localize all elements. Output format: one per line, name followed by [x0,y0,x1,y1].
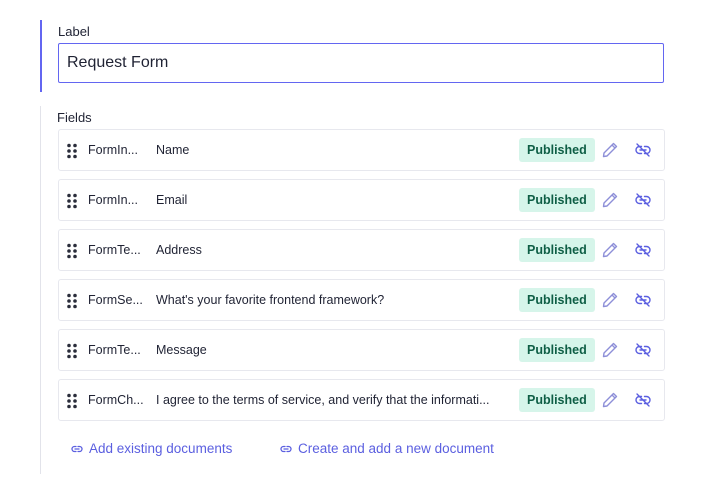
pencil-icon[interactable] [600,390,620,410]
label-section: Label [40,20,680,92]
unlink-icon[interactable] [633,140,653,160]
field-name: Message [156,343,207,357]
field-name: Address [156,243,202,257]
field-type: FormIn... [88,193,139,207]
label-title: Label [58,24,90,39]
unlink-icon[interactable] [633,390,653,410]
field-row[interactable]: FormIn... Email Published [58,179,665,221]
field-row[interactable]: FormCh... I agree to the terms of servic… [58,379,665,421]
field-name: I agree to the terms of service, and ver… [156,393,490,407]
field-row[interactable]: FormIn... Name Published [58,129,665,171]
unlink-icon[interactable] [633,340,653,360]
unlink-icon[interactable] [633,190,653,210]
fields-title: Fields [57,110,92,125]
status-badge: Published [519,188,595,212]
add-existing-label: Add existing documents [89,441,233,456]
field-type: FormSe... [88,293,143,307]
drag-handle-icon[interactable] [66,293,78,309]
label-input[interactable] [58,43,664,83]
field-type: FormCh... [88,393,144,407]
field-name: Name [156,143,190,157]
status-badge: Published [519,338,595,362]
status-badge: Published [519,388,595,412]
pencil-icon[interactable] [600,290,620,310]
pencil-icon[interactable] [600,140,620,160]
field-row[interactable]: FormTe... Address Published [58,229,665,271]
field-name: Email [156,193,188,207]
drag-handle-icon[interactable] [66,393,78,409]
drag-handle-icon[interactable] [66,343,78,359]
pencil-icon[interactable] [600,190,620,210]
unlink-icon[interactable] [633,290,653,310]
status-badge: Published [519,138,595,162]
status-badge: Published [519,288,595,312]
field-name: What's your favorite frontend framework? [156,293,385,307]
field-row[interactable]: FormSe... What's your favorite frontend … [58,279,665,321]
field-type: FormTe... [88,343,141,357]
create-new-label: Create and add a new document [298,441,494,456]
drag-handle-icon[interactable] [66,143,78,159]
status-badge: Published [519,238,595,262]
field-row[interactable]: FormTe... Message Published [58,329,665,371]
pencil-icon[interactable] [600,240,620,260]
field-type: FormIn... [88,143,139,157]
link-icon [280,445,292,453]
field-list: FormIn... Name Published FormIn... Email… [58,129,665,429]
unlink-icon[interactable] [633,240,653,260]
create-new-document-link[interactable]: Create and add a new document [279,439,509,459]
drag-handle-icon[interactable] [66,243,78,259]
drag-handle-icon[interactable] [66,193,78,209]
pencil-icon[interactable] [600,340,620,360]
fields-section: Fields FormIn... Name Published FormIn..… [40,106,680,474]
add-existing-documents-link[interactable]: Add existing documents [70,439,245,459]
link-icon [71,445,83,453]
field-type: FormTe... [88,243,141,257]
